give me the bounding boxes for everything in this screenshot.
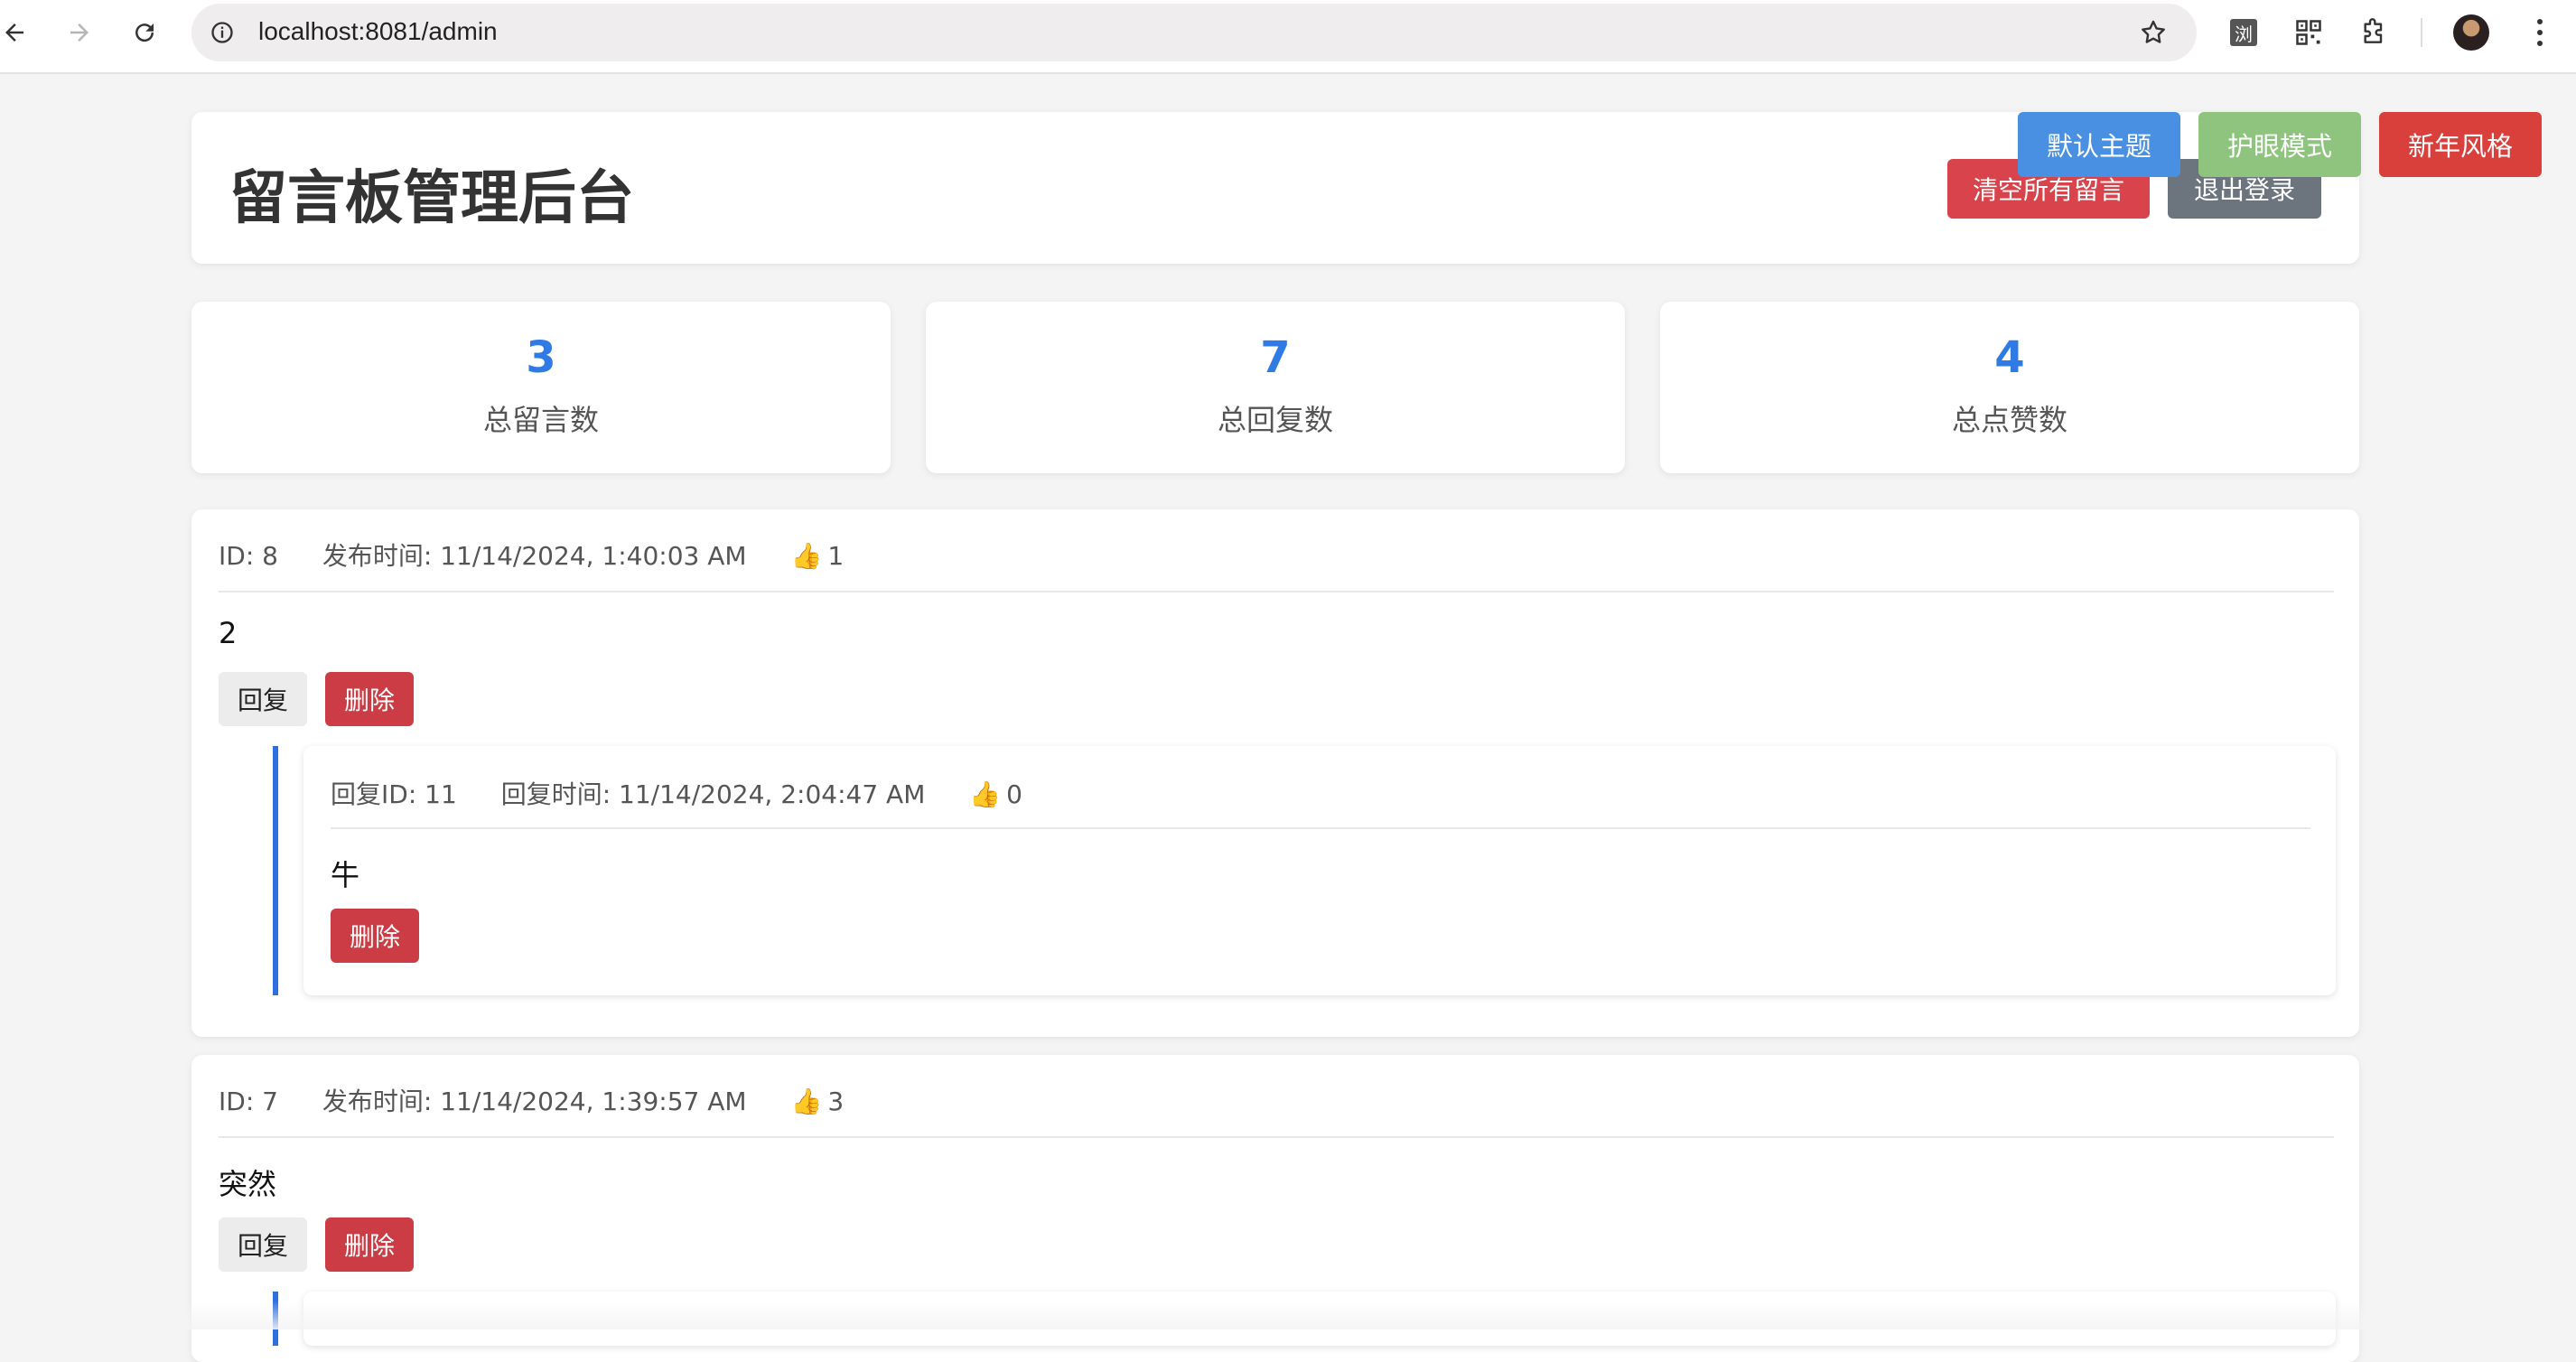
message-content: 突然 — [219, 1167, 277, 1201]
message-meta: ID: 7 发布时间: 11/14/2024, 1:39:57 AM 👍 3 — [219, 1082, 880, 1118]
url-text[interactable]: localhost:8081/admin — [258, 17, 498, 46]
reload-icon[interactable] — [125, 13, 164, 52]
message-content: 2 — [219, 616, 238, 650]
thumbs-up-icon[interactable]: 👍 — [790, 541, 822, 571]
stat-value: 3 — [526, 332, 556, 383]
delete-reply-button[interactable]: 删除 — [331, 909, 419, 963]
stat-value: 7 — [1260, 332, 1291, 383]
stat-total-messages: 3 总留言数 — [191, 302, 891, 473]
like-count: 3 — [827, 1087, 845, 1116]
extension-browse-icon[interactable]: 浏 — [2224, 13, 2263, 52]
extension-label: 浏 — [2230, 19, 2257, 46]
browser-toolbar: localhost:8081/admin 浏 — [0, 0, 2576, 74]
page-title: 留言板管理后台 — [229, 165, 634, 232]
reply-button[interactable]: 回复 — [219, 672, 307, 726]
like-count: 1 — [827, 541, 845, 571]
stat-label: 总留言数 — [482, 403, 599, 437]
delete-button[interactable]: 删除 — [325, 672, 414, 726]
divider — [331, 827, 2310, 829]
reply-content: 牛 — [331, 858, 360, 892]
qr-code-icon[interactable] — [2289, 13, 2329, 52]
reply-accent-bar — [273, 746, 278, 995]
forward-arrow-icon[interactable] — [60, 13, 99, 52]
reply-time: 回复时间: 11/14/2024, 2:04:47 AM — [500, 779, 926, 809]
theme-default-button[interactable]: 默认主题 — [2018, 112, 2180, 177]
divider — [219, 591, 2334, 592]
profile-avatar[interactable] — [2453, 14, 2489, 51]
stat-label: 总点赞数 — [1951, 403, 2067, 437]
reply-card: 回复ID: 11 回复时间: 11/14/2024, 2:04:47 AM 👍 0… — [303, 746, 2336, 995]
message-time: 发布时间: 11/14/2024, 1:40:03 AM — [322, 541, 747, 571]
delete-button[interactable]: 删除 — [325, 1217, 414, 1272]
message-id: ID: 8 — [219, 541, 278, 571]
address-bar[interactable]: localhost:8081/admin — [191, 4, 2197, 61]
message-id: ID: 7 — [219, 1087, 278, 1116]
more-menu-icon[interactable] — [2520, 13, 2560, 52]
message-meta: ID: 8 发布时间: 11/14/2024, 1:40:03 AM 👍 1 — [219, 536, 880, 573]
extensions-puzzle-icon[interactable] — [2354, 13, 2394, 52]
toolbar-divider — [2421, 18, 2422, 47]
like-count: 0 — [1006, 779, 1022, 809]
divider — [219, 1136, 2334, 1138]
back-arrow-icon[interactable] — [0, 13, 34, 52]
stat-value: 4 — [1994, 332, 2025, 383]
bookmark-star-icon[interactable] — [2135, 14, 2171, 51]
theme-new-year-button[interactable]: 新年风格 — [2379, 112, 2542, 177]
thumbs-up-icon[interactable]: 👍 — [969, 779, 1001, 809]
theme-eye-care-button[interactable]: 护眼模式 — [2198, 112, 2361, 177]
stat-total-replies: 7 总回复数 — [926, 302, 1625, 473]
reply-id: 回复ID: 11 — [331, 779, 457, 809]
reply-button[interactable]: 回复 — [219, 1217, 307, 1272]
reply-thread: 回复ID: 11 回复时间: 11/14/2024, 2:04:47 AM 👍 0… — [273, 746, 2336, 995]
message-card: ID: 8 发布时间: 11/14/2024, 1:40:03 AM 👍 1 2 … — [191, 509, 2359, 1037]
scroll-fade — [0, 1301, 2576, 1329]
site-info-icon[interactable] — [206, 16, 238, 49]
thumbs-up-icon[interactable]: 👍 — [790, 1087, 822, 1116]
message-time: 发布时间: 11/14/2024, 1:39:57 AM — [322, 1087, 747, 1116]
reply-meta: 回复ID: 11 回复时间: 11/14/2024, 2:04:47 AM 👍 0 — [331, 775, 1059, 811]
stat-label: 总回复数 — [1217, 403, 1333, 437]
stat-total-likes: 4 总点赞数 — [1660, 302, 2359, 473]
